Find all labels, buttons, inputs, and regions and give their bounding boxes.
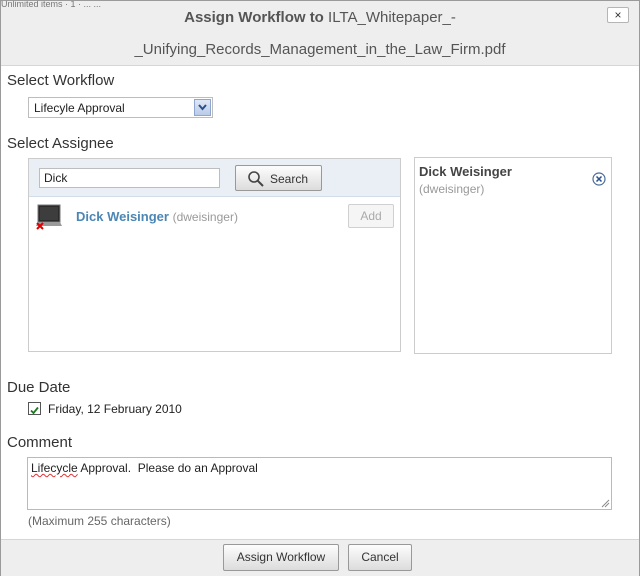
dialog-footer: Assign Workflow Cancel: [1, 539, 639, 576]
comment-label: Comment: [7, 434, 73, 451]
dialog-title-file-continued: _Unifying_Records_Management_in_the_Law_…: [134, 41, 506, 58]
list-item: Dick Weisinger (dweisinger) Add: [29, 197, 400, 237]
chevron-down-icon[interactable]: [194, 99, 211, 116]
due-date-value[interactable]: Friday, 12 February 2010: [48, 402, 182, 416]
workflow-select-value: Lifecyle Approval: [34, 101, 125, 115]
selected-assignee-name: Dick Weisinger: [419, 164, 512, 179]
assign-workflow-button[interactable]: Assign Workflow: [223, 544, 339, 571]
search-button[interactable]: Search: [235, 165, 322, 191]
user-avatar-icon: [36, 204, 62, 230]
assignee-search-bar: Dick Search: [29, 159, 400, 197]
selected-assignee-id: (dweisinger): [419, 182, 485, 196]
user-id: (dweisinger): [172, 210, 238, 224]
assign-workflow-dialog: Unlimited items · 1 · ... ... Assign Wor…: [0, 0, 640, 576]
comment-textarea[interactable]: Lifecycle Approval. Please do an Approva…: [27, 457, 612, 510]
comment-hint: (Maximum 255 characters): [28, 514, 171, 528]
user-name-link[interactable]: Dick Weisinger (dweisinger): [76, 209, 238, 224]
dialog-title-prefix: Assign Workflow to: [184, 9, 324, 26]
misspelled-word: Lifecycle: [31, 461, 78, 475]
assignee-picker: Dick Search Dick Weisinger (dweisinger) …: [28, 158, 401, 352]
due-date-label: Due Date: [7, 379, 71, 396]
comment-text-rest: Approval. Please do an Approval: [77, 461, 258, 475]
dialog-title: Assign Workflow to ILTA_Whitepaper_-: [1, 9, 639, 26]
dialog-titlebar: Unlimited items · 1 · ... ... Assign Wor…: [1, 1, 639, 66]
background-page-text: Unlimited items · 1 · ... ...: [1, 1, 102, 7]
comment-text: Lifecycle Approval. Please do an Approva…: [31, 461, 258, 475]
user-name: Dick Weisinger: [76, 209, 169, 224]
search-button-label: Search: [270, 172, 309, 186]
due-date-checkbox[interactable]: [28, 402, 41, 415]
select-workflow-label: Select Workflow: [7, 72, 115, 89]
search-icon: [248, 171, 264, 187]
workflow-select[interactable]: Lifecyle Approval: [28, 97, 213, 118]
resize-grip-icon[interactable]: [601, 499, 610, 508]
remove-icon[interactable]: [592, 172, 606, 186]
selected-assignees-panel: Dick Weisinger (dweisinger): [414, 157, 612, 354]
cancel-button[interactable]: Cancel: [348, 544, 412, 571]
checkmark-icon: [30, 406, 39, 415]
assignee-search-input[interactable]: Dick: [39, 168, 220, 188]
select-assignee-label: Select Assignee: [7, 135, 114, 152]
close-button[interactable]: ×: [607, 7, 629, 23]
add-button[interactable]: Add: [348, 204, 394, 228]
close-icon: ×: [614, 8, 622, 22]
dialog-title-file: ILTA_Whitepaper_-: [328, 9, 456, 26]
